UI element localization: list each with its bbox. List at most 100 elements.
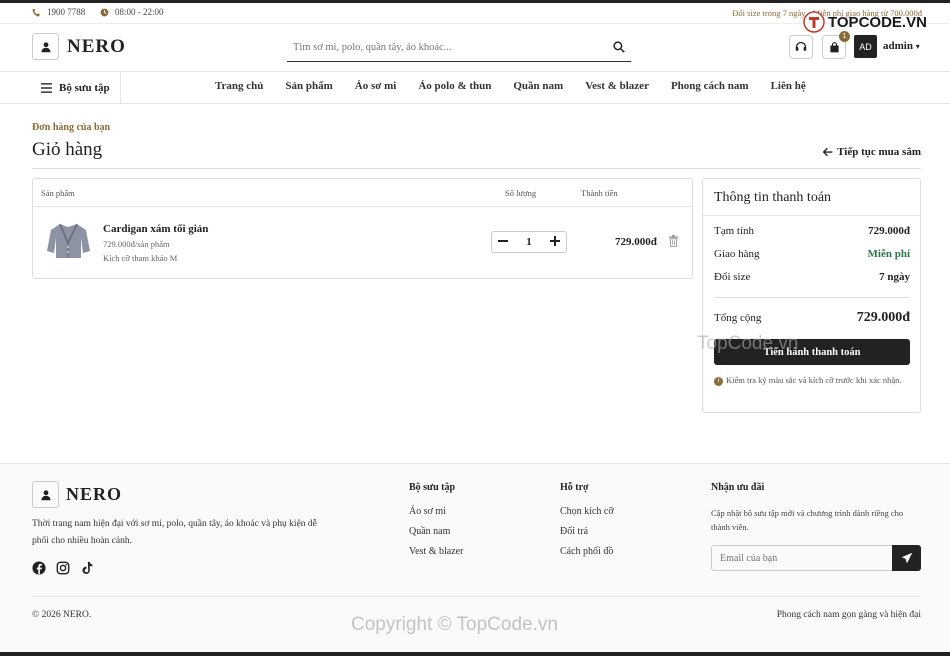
nav-link-products[interactable]: Sản phẩm <box>285 80 332 92</box>
caret-down-icon: ▾ <box>915 42 920 51</box>
search-bar <box>287 33 631 62</box>
title-divider <box>32 168 921 169</box>
subtotal-value: 729.000đ <box>868 225 910 237</box>
footer-col-title: Hỗ trợ <box>560 482 589 493</box>
arrow-left-icon <box>823 147 833 157</box>
col-quantity: Số lượng <box>505 188 537 198</box>
minus-icon[interactable] <box>498 236 508 249</box>
facebook-icon[interactable] <box>32 561 46 579</box>
collection-label: Bộ sưu tập <box>59 81 110 94</box>
footer-link-returns[interactable]: Đổi trả <box>560 526 614 537</box>
footer-description: Thời trang nam hiện đại với sơ mi, polo,… <box>32 519 317 546</box>
footer-divider <box>32 596 921 597</box>
footer-link-size-guide[interactable]: Chọn kích cỡ <box>560 506 614 517</box>
shopping-bag-icon <box>829 41 839 52</box>
summary-total: Tổng cộng 729.000đ <box>714 310 910 326</box>
page-eyebrow: Đơn hàng của bạn <box>32 122 111 133</box>
headset-icon <box>795 41 807 51</box>
summary-row-subtotal: Tạm tính 729.000đ <box>714 225 910 237</box>
phone-icon <box>32 8 40 16</box>
search-input[interactable] <box>293 41 583 53</box>
support-button[interactable] <box>789 35 813 59</box>
instagram-icon[interactable] <box>56 561 70 579</box>
nav-link-shirts[interactable]: Áo sơ mi <box>355 80 397 92</box>
shipping-value: Miễn phí <box>867 248 910 260</box>
footer-brand-name[interactable]: NERO <box>66 484 122 505</box>
quantity-value[interactable]: 1 <box>526 236 532 248</box>
main-nav: Bộ sưu tập Trang chủ Sản phẩm Áo sơ mi Á… <box>0 72 950 104</box>
topcode-logo-icon <box>803 11 825 33</box>
product-size-note: Kích cỡ tham khảo M <box>103 253 178 263</box>
footer-link-pants[interactable]: Quần nam <box>409 526 463 537</box>
note-text: Kiểm tra kỹ màu sắc và kích cỡ trước khi… <box>726 375 902 385</box>
footer-logo-icon[interactable] <box>32 481 59 508</box>
menu-icon <box>41 82 52 93</box>
watermark-logo-text: TOPCODE.VN <box>828 13 927 31</box>
continue-label: Tiếp tục mua sắm <box>837 146 921 158</box>
watermark-logo: TOPCODE.VN <box>803 11 927 33</box>
nav-link-style[interactable]: Phong cách nam <box>671 80 749 92</box>
footer-col-newsletter: Nhận ưu đãi Cập nhật bộ sưu tập mới và c… <box>711 482 921 534</box>
hours-info: 08:00 - 22:00 <box>100 7 164 17</box>
collection-menu-button[interactable]: Bộ sưu tập <box>32 72 121 103</box>
summary-note: i Kiểm tra kỹ màu sắc và kích cỡ trước kh… <box>714 373 910 387</box>
quantity-stepper: 1 <box>491 231 567 253</box>
col-product: Sản phẩm <box>41 188 75 198</box>
nav-link-polo[interactable]: Áo polo & thun <box>418 80 491 92</box>
subtotal-label: Tạm tính <box>714 225 755 237</box>
info-icon: i <box>714 376 723 386</box>
summary-row-shipping: Giao hàng Miễn phí <box>714 248 910 260</box>
total-label: Tổng cộng <box>714 312 762 324</box>
footer-link-shirts[interactable]: Áo sơ mi <box>409 506 463 517</box>
product-name[interactable]: Cardigan xám tối giản <box>103 223 208 235</box>
cart-button[interactable]: 1 <box>822 31 850 59</box>
social-links <box>32 561 94 579</box>
copyright: © 2026 NERO. <box>32 610 92 620</box>
logo-icon[interactable] <box>32 33 59 60</box>
payment-summary: Thông tin thanh toán Tạm tính 729.000đ G… <box>702 178 921 413</box>
phone-info: 1900 7788 <box>32 7 85 17</box>
paper-plane-icon <box>901 552 912 564</box>
cart-table: Sản phẩm Số lượng Thành tiền Cardigan xá… <box>32 178 693 279</box>
trash-icon[interactable] <box>668 235 679 251</box>
footer-link-styling[interactable]: Cách phối đồ <box>560 546 614 557</box>
nav-link-vest[interactable]: Vest & blazer <box>585 80 649 92</box>
brand-name[interactable]: NERO <box>67 36 126 58</box>
watermark-center: TopCode.vn <box>697 333 799 354</box>
nav-link-pants[interactable]: Quần nam <box>513 80 563 92</box>
plus-icon[interactable] <box>550 235 560 249</box>
product-thumbnail[interactable] <box>46 221 91 261</box>
nav-link-contact[interactable]: Liên hệ <box>771 80 806 92</box>
watermark-bottom: Copyright © TopCode.vn <box>351 614 558 635</box>
nav-link-home[interactable]: Trang chủ <box>215 80 263 92</box>
nav-links: Trang chủ Sản phẩm Áo sơ mi Áo polo & th… <box>215 80 828 92</box>
col-total: Thành tiền <box>581 188 618 198</box>
newsletter-text: Cập nhật bộ sưu tập mới và chương trình … <box>711 508 904 532</box>
page-title: Giỏ hàng <box>32 139 103 160</box>
footer-link-vest[interactable]: Vest & blazer <box>409 546 463 557</box>
product-unit-price: 729.000đ/sản phẩm <box>103 239 170 249</box>
summary-divider <box>703 215 920 216</box>
send-button[interactable] <box>892 545 921 571</box>
user-menu[interactable]: admin ▾ <box>883 40 920 52</box>
footer-col-title: Bộ sưu tập <box>409 482 456 493</box>
total-value: 729.000đ <box>856 310 910 325</box>
shipping-label: Giao hàng <box>714 248 760 260</box>
tiktok-icon[interactable] <box>80 561 94 579</box>
summary-total-divider <box>714 297 910 298</box>
footer-col-title: Nhận ưu đãi <box>711 482 765 493</box>
bottom-dark-strip <box>0 652 950 656</box>
username: admin <box>883 40 913 52</box>
footer-col-support: Hỗ trợ Chọn kích cỡ Đổi trả Cách phối đồ <box>560 482 614 566</box>
email-field[interactable] <box>712 552 892 564</box>
continue-shopping-link[interactable]: Tiếp tục mua sắm <box>823 146 921 158</box>
search-icon[interactable] <box>613 41 625 53</box>
footer-col-collection: Bộ sưu tập Áo sơ mi Quần nam Vest & blaz… <box>409 482 463 566</box>
clock-icon <box>100 8 109 16</box>
cart-table-header: Sản phẩm Số lượng Thành tiền <box>33 179 692 207</box>
avatar[interactable]: AD <box>854 35 877 58</box>
line-total: 729.000đ <box>615 236 657 248</box>
phone-number: 1900 7788 <box>47 7 86 17</box>
opening-hours: 08:00 - 22:00 <box>115 7 164 17</box>
exchange-value: 7 ngày <box>879 271 910 283</box>
